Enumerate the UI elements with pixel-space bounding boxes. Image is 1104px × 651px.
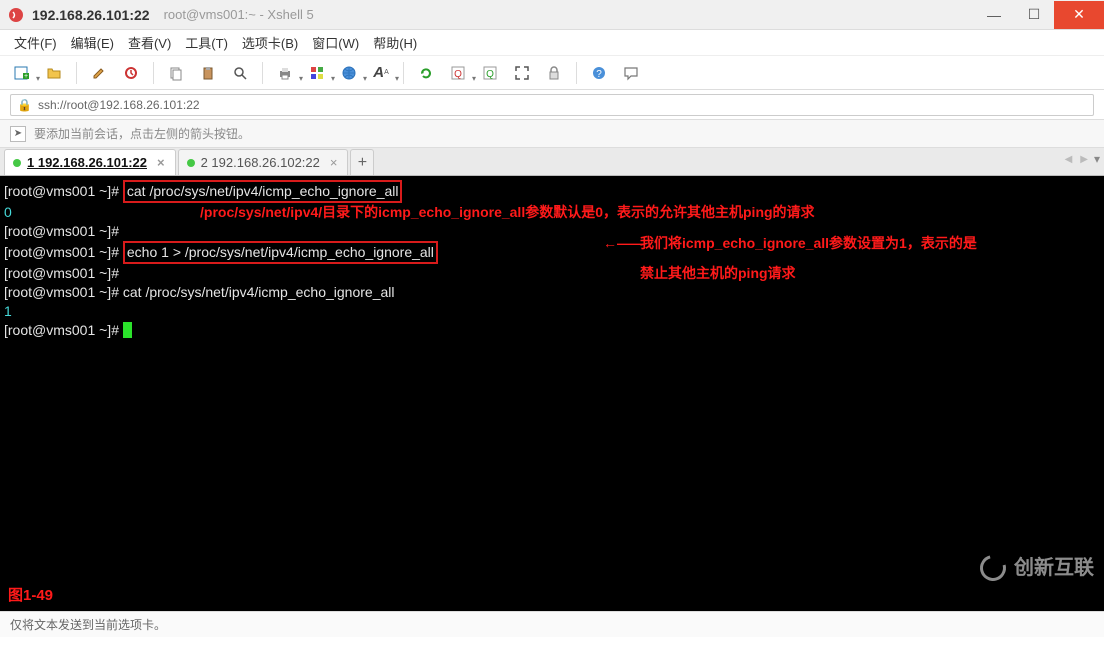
toolbar-separator <box>76 62 77 84</box>
svg-text:Q: Q <box>486 69 494 80</box>
title-subtitle: root@vms001:~ - Xshell 5 <box>164 7 314 22</box>
annotation-arrow-icon: ←—— <box>603 234 645 253</box>
tab-new-button[interactable]: + <box>350 149 374 175</box>
open-icon[interactable] <box>42 61 66 85</box>
help-icon[interactable]: ? <box>587 61 611 85</box>
terminal[interactable]: [root@vms001 ~]# cat /proc/sys/net/ipv4/… <box>0 176 1104 611</box>
tab-scroll-left-icon[interactable]: ◀ <box>1063 154 1075 165</box>
q-icon-2[interactable]: Q <box>478 61 502 85</box>
terminal-output: 1 <box>4 302 1100 321</box>
add-session-arrow-button[interactable]: ➤ <box>10 126 26 142</box>
window-controls: — ☐ ✕ <box>974 1 1104 29</box>
status-text: 仅将文本发送到当前选项卡。 <box>10 616 166 633</box>
tab-menu-icon[interactable]: ▾ <box>1094 152 1100 166</box>
tab-bar: 1 192.168.26.101:22 × 2 192.168.26.102:2… <box>0 148 1104 176</box>
terminal-cursor <box>123 322 132 338</box>
svg-text:Q: Q <box>454 69 462 80</box>
info-bar: ➤ 要添加当前会话，点击左侧的箭头按钮。 <box>0 120 1104 148</box>
watermark: 创新互联 <box>980 555 1094 581</box>
tab-status-dot <box>13 159 21 167</box>
close-button[interactable]: ✕ <box>1054 1 1104 29</box>
info-tip: 要添加当前会话，点击左侧的箭头按钮。 <box>34 125 250 142</box>
annotation-2a: 我们将icmp_echo_ignore_all参数设置为1，表示的是 <box>640 234 977 253</box>
find-icon[interactable] <box>228 61 252 85</box>
title-bar: 192.168.26.101:22 root@vms001:~ - Xshell… <box>0 0 1104 30</box>
paste-icon[interactable] <box>196 61 220 85</box>
address-input[interactable]: 🔒 ssh://root@192.168.26.101:22 <box>10 94 1094 116</box>
status-bar: 仅将文本发送到当前选项卡。 <box>0 611 1104 637</box>
toolbar: +▾ ▾ ▾ ▾ AA▾ Q▾ Q ? <box>0 56 1104 90</box>
highlighted-command: echo 1 > /proc/sys/net/ipv4/icmp_echo_ig… <box>123 241 438 264</box>
menu-tools[interactable]: 工具(T) <box>185 33 228 52</box>
q-icon[interactable]: Q▾ <box>446 61 470 85</box>
address-bar: 🔒 ssh://root@192.168.26.101:22 <box>0 90 1104 120</box>
address-url: ssh://root@192.168.26.101:22 <box>38 98 200 112</box>
toolbar-separator <box>153 62 154 84</box>
color-icon[interactable]: ▾ <box>305 61 329 85</box>
fullscreen-icon[interactable] <box>510 61 534 85</box>
toolbar-separator <box>576 62 577 84</box>
annotation-2b: 禁止其他主机的ping请求 <box>640 264 796 283</box>
menu-file[interactable]: 文件(F) <box>14 33 57 52</box>
tab-close-icon[interactable]: × <box>326 155 338 170</box>
menu-tab[interactable]: 选项卡(B) <box>242 33 298 52</box>
reconnect-icon[interactable] <box>119 61 143 85</box>
lock-mini-icon: 🔒 <box>17 98 32 112</box>
tab-label: 1 192.168.26.101:22 <box>27 155 147 170</box>
terminal-line: [root@vms001 ~]# cat /proc/sys/net/ipv4/… <box>4 283 1100 302</box>
menu-edit[interactable]: 编辑(E) <box>71 33 114 52</box>
minimize-button[interactable]: — <box>974 1 1014 29</box>
svg-text:?: ? <box>596 69 602 80</box>
tab-scroll-right-icon[interactable]: ▶ <box>1078 154 1090 165</box>
properties-icon[interactable] <box>87 61 111 85</box>
toolbar-separator <box>403 62 404 84</box>
font-icon[interactable]: AA▾ <box>369 61 393 85</box>
app-icon <box>8 7 24 23</box>
refresh-icon[interactable] <box>414 61 438 85</box>
highlighted-command: cat /proc/sys/net/ipv4/icmp_echo_ignore_… <box>123 180 403 203</box>
menu-help[interactable]: 帮助(H) <box>373 33 417 52</box>
tab-bar-right: ◀ ▶ ▾ <box>1063 152 1100 166</box>
annotation-1: /proc/sys/net/ipv4/目录下的icmp_echo_ignore_… <box>200 203 815 222</box>
chat-icon[interactable] <box>619 61 643 85</box>
new-session-icon[interactable]: +▾ <box>10 61 34 85</box>
tab-status-dot <box>187 159 195 167</box>
maximize-button[interactable]: ☐ <box>1014 1 1054 29</box>
watermark-icon <box>975 550 1011 586</box>
terminal-line: [root@vms001 ~]# <box>4 321 1100 340</box>
tab-label: 2 192.168.26.102:22 <box>201 155 320 170</box>
tab-session-1[interactable]: 1 192.168.26.101:22 × <box>4 149 176 175</box>
tab-session-2[interactable]: 2 192.168.26.102:22 × <box>178 149 349 175</box>
menu-window[interactable]: 窗口(W) <box>312 33 359 52</box>
toolbar-separator <box>262 62 263 84</box>
globe-icon[interactable]: ▾ <box>337 61 361 85</box>
menu-view[interactable]: 查看(V) <box>128 33 171 52</box>
menu-bar: 文件(F) 编辑(E) 查看(V) 工具(T) 选项卡(B) 窗口(W) 帮助(… <box>0 30 1104 56</box>
terminal-line: [root@vms001 ~]# <box>4 264 1100 283</box>
svg-text:+: + <box>24 73 28 80</box>
copy-icon[interactable] <box>164 61 188 85</box>
watermark-text: 创新互联 <box>1014 559 1094 578</box>
terminal-line: [root@vms001 ~]# cat /proc/sys/net/ipv4/… <box>4 180 1100 203</box>
title-address: 192.168.26.101:22 <box>32 7 150 23</box>
figure-label: 图1-49 <box>8 586 53 605</box>
lock-icon[interactable] <box>542 61 566 85</box>
print-icon[interactable]: ▾ <box>273 61 297 85</box>
tab-close-icon[interactable]: × <box>153 155 165 170</box>
